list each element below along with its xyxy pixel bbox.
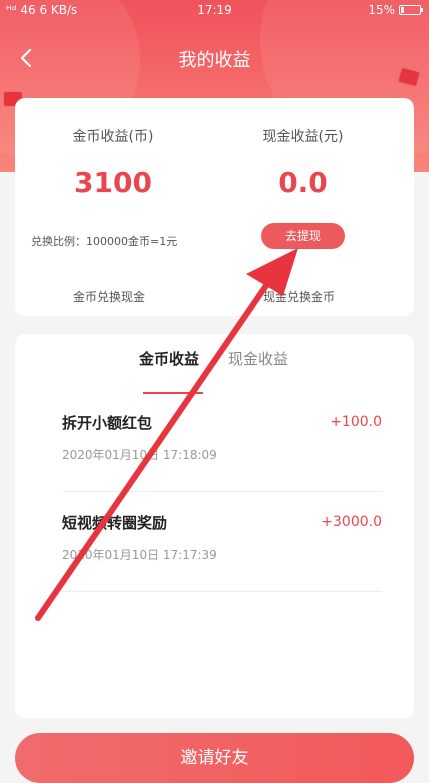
exchange-ratio: 兑换比例：100000金币=1元 <box>31 235 178 248</box>
earnings-tabs: 金币收益 现金收益 <box>15 348 414 394</box>
record-title: 短视频转圈奖励 <box>62 514 168 532</box>
nav-bar: 我的收益 <box>0 36 429 80</box>
cash-earnings-label: 现金收益(元) <box>262 129 344 145</box>
withdraw-button[interactable]: 去提现 <box>261 223 345 249</box>
coin-to-cash-link[interactable]: 金币兑换现金 <box>73 288 145 305</box>
battery-icon <box>399 5 423 15</box>
page-title: 我的收益 <box>178 50 251 71</box>
coin-earnings-label: 金币收益(币) <box>72 129 154 145</box>
coin-earnings-value: 3100 <box>74 166 152 199</box>
status-bar: ᴴᵈ 46 6 KB/s 17:19 15% <box>0 0 429 20</box>
record-amount: +3000.0 <box>321 514 382 530</box>
divider <box>62 591 382 592</box>
record-time: 2020年01月10日 17:17:39 <box>62 548 217 562</box>
record-amount: +100.0 <box>330 414 382 430</box>
record-title: 拆开小额红包 <box>62 414 153 432</box>
active-tab-indicator <box>143 392 203 394</box>
invite-friends-button[interactable]: 邀请好友 <box>15 733 414 783</box>
record-time: 2020年01月10日 17:18:09 <box>62 448 217 462</box>
battery-percent: 15% <box>368 3 395 17</box>
tab-coin-earnings[interactable]: 金币收益 <box>139 348 199 369</box>
cash-earnings-value: 0.0 <box>278 166 328 199</box>
cash-to-coin-link[interactable]: 现金兑换金币 <box>263 288 335 305</box>
earnings-list-card: 金币收益 现金收益 拆开小额红包 2020年01月10日 17:18:09 +1… <box>15 334 414 718</box>
list-item[interactable]: 拆开小额红包 2020年01月10日 17:18:09 +100.0 <box>62 404 382 492</box>
clock: 17:19 <box>197 3 232 17</box>
battery-status: 15% <box>368 0 423 20</box>
earnings-summary-card: 金币收益(币) 3100 现金收益(元) 0.0 兑换比例：100000金币=1… <box>15 98 414 316</box>
list-item[interactable]: 短视频转圈奖励 2020年01月10日 17:17:39 +3000.0 <box>62 504 382 592</box>
tab-cash-earnings[interactable]: 现金收益 <box>228 348 288 369</box>
divider <box>62 491 382 492</box>
